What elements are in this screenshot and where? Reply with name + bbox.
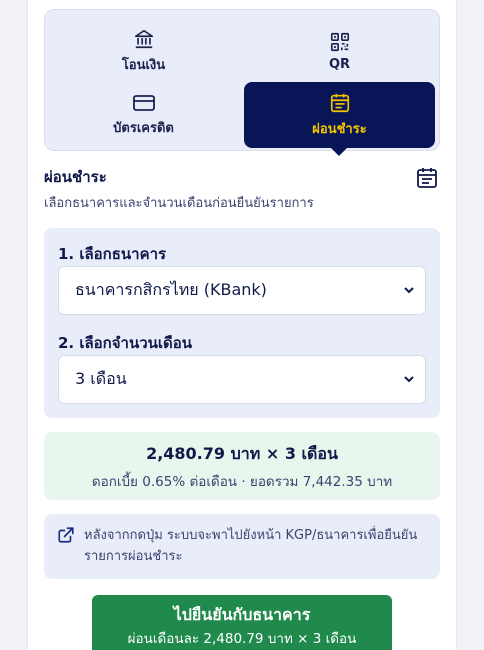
credit-card-icon bbox=[132, 93, 156, 113]
external-link-icon bbox=[57, 526, 75, 548]
section-subtitle: เลือกธนาคารและจำนวนเดือนก่อนยืนยันรายการ bbox=[44, 196, 314, 211]
bank-field-label: 1. เลือกธนาคาร bbox=[58, 245, 167, 263]
cta-main-label: ไปยืนยันกับธนาคาร bbox=[173, 605, 311, 624]
month-select-value: 3 เดือน bbox=[75, 369, 127, 388]
calendar-icon bbox=[415, 166, 439, 194]
summary-interest-total: ดอกเบี้ย 0.65% ต่อเดือน · ยอดรวม 7,442.3… bbox=[91, 474, 393, 490]
method-qr-tab[interactable]: QR bbox=[244, 19, 435, 83]
month-field-label: 2. เลือกจำนวนเดือน bbox=[58, 334, 193, 352]
redirect-note: หลังจากกดปุ่ม ระบบจะพาไปยังหน้า KGP/ธนาค… bbox=[44, 514, 440, 579]
cta-sub-label: ผ่อนเดือนละ 2,480.79 บาท × 3 เดือน bbox=[127, 631, 357, 647]
bank-select[interactable]: ธนาคารกสิกรไทย (KBank) bbox=[58, 266, 426, 315]
qr-code-icon bbox=[329, 31, 351, 53]
method-transfer-label: โอนเงิน bbox=[121, 57, 166, 73]
method-transfer-tab[interactable]: โอนเงิน bbox=[48, 19, 239, 83]
month-select[interactable]: 3 เดือน bbox=[58, 355, 426, 404]
method-credit-card-tab[interactable]: บัตรเครดิต bbox=[48, 83, 239, 147]
selected-pointer bbox=[331, 148, 347, 156]
installment-summary: 2,480.79 บาท × 3 เดือน ดอกเบี้ย 0.65% ต่… bbox=[44, 432, 440, 500]
method-installment-tab[interactable]: ผ่อนชำระ bbox=[244, 82, 435, 156]
method-qr-label: QR bbox=[328, 56, 351, 72]
confirm-with-bank-button[interactable]: ไปยืนยันกับธนาคาร ผ่อนเดือนละ 2,480.79 บ… bbox=[92, 595, 392, 650]
summary-monthly-amount: 2,480.79 บาท × 3 เดือน bbox=[146, 444, 338, 463]
calendar-icon bbox=[329, 92, 351, 114]
bank-select-value: ธนาคารกสิกรไทย (KBank) bbox=[75, 280, 267, 299]
section-title: ผ่อนชำระ bbox=[44, 168, 107, 186]
bank-icon bbox=[133, 28, 155, 50]
chevron-down-icon bbox=[403, 281, 415, 300]
redirect-note-text: หลังจากกดปุ่ม ระบบจะพาไปยังหน้า KGP/ธนาค… bbox=[84, 528, 418, 564]
method-installment-label: ผ่อนชำระ bbox=[312, 121, 367, 137]
chevron-down-icon bbox=[403, 370, 415, 389]
method-credit-card-label: บัตรเครดิต bbox=[113, 120, 174, 136]
